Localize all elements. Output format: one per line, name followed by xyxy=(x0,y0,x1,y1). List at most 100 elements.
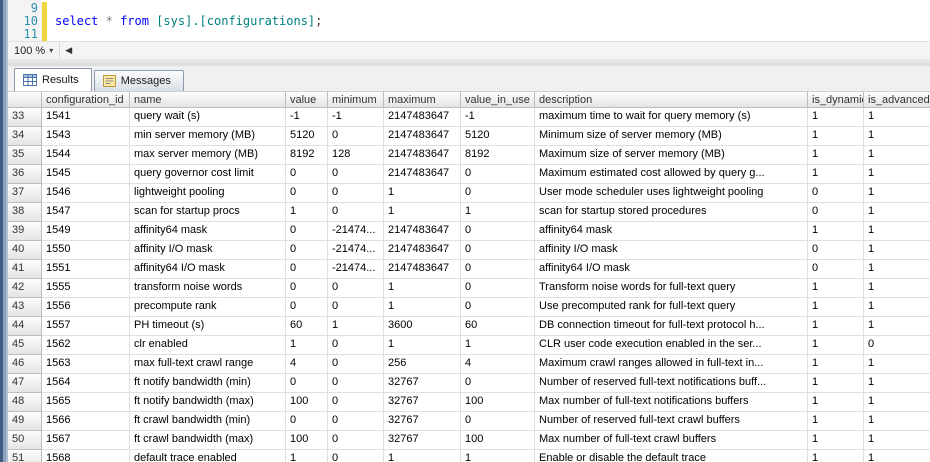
row-header[interactable]: 48 xyxy=(8,393,42,412)
grid-cell[interactable]: ft crawl bandwidth (min) xyxy=(130,412,286,431)
column-header-is_advanced[interactable]: is_advanced xyxy=(864,91,930,108)
grid-cell[interactable]: 1 xyxy=(328,317,384,336)
row-header[interactable]: 41 xyxy=(8,260,42,279)
scroll-left-icon[interactable]: ◀ xyxy=(60,45,77,56)
grid-cell[interactable]: 0 xyxy=(808,203,864,222)
grid-cell[interactable]: default trace enabled xyxy=(130,450,286,462)
grid-cell[interactable]: 0 xyxy=(286,374,328,393)
grid-cell[interactable]: 0 xyxy=(328,450,384,462)
grid-cell[interactable]: 1 xyxy=(864,298,930,317)
grid-cell[interactable]: 1 xyxy=(808,450,864,462)
grid-cell[interactable]: 3600 xyxy=(384,317,461,336)
grid-cell[interactable]: 0 xyxy=(808,241,864,260)
grid-cell[interactable]: 0 xyxy=(328,336,384,355)
row-header[interactable]: 47 xyxy=(8,374,42,393)
row-header[interactable]: 38 xyxy=(8,203,42,222)
grid-cell[interactable]: -1 xyxy=(461,108,535,127)
grid-cell[interactable]: scan for startup stored procedures xyxy=(535,203,808,222)
grid-cell[interactable]: 100 xyxy=(461,393,535,412)
grid-cell[interactable]: 1545 xyxy=(42,165,130,184)
row-header[interactable]: 34 xyxy=(8,127,42,146)
grid-cell[interactable]: 1547 xyxy=(42,203,130,222)
grid-cell[interactable]: Minimum size of server memory (MB) xyxy=(535,127,808,146)
grid-cell[interactable]: 0 xyxy=(286,165,328,184)
grid-cell[interactable]: 1 xyxy=(864,241,930,260)
grid-cell[interactable]: 0 xyxy=(461,222,535,241)
grid-cell[interactable]: 1 xyxy=(461,336,535,355)
grid-cell[interactable]: 1 xyxy=(864,431,930,450)
grid-cell[interactable]: -21474... xyxy=(328,241,384,260)
horizontal-scrollbar[interactable]: ◀ xyxy=(60,42,930,59)
grid-cell[interactable]: 1 xyxy=(864,412,930,431)
grid-cell[interactable]: 4 xyxy=(286,355,328,374)
column-header-is_dynamic[interactable]: is_dynamic xyxy=(808,91,864,108)
grid-cell[interactable]: 0 xyxy=(328,279,384,298)
grid-cell[interactable]: min server memory (MB) xyxy=(130,127,286,146)
column-header-value_in_use[interactable]: value_in_use xyxy=(461,91,535,108)
grid-cell[interactable]: 1541 xyxy=(42,108,130,127)
row-header[interactable]: 40 xyxy=(8,241,42,260)
grid-cell[interactable]: 1 xyxy=(286,450,328,462)
grid-cell[interactable]: precompute rank xyxy=(130,298,286,317)
column-header-name[interactable]: name xyxy=(130,91,286,108)
grid-cell[interactable]: 1 xyxy=(864,184,930,203)
grid-cell[interactable]: 32767 xyxy=(384,393,461,412)
grid-cell[interactable]: PH timeout (s) xyxy=(130,317,286,336)
grid-cell[interactable]: 1 xyxy=(384,336,461,355)
grid-cell[interactable]: 1544 xyxy=(42,146,130,165)
grid-cell[interactable]: 1 xyxy=(864,108,930,127)
grid-cell[interactable]: 1 xyxy=(864,393,930,412)
grid-cell[interactable]: 32767 xyxy=(384,431,461,450)
tab-results[interactable]: Results xyxy=(14,68,92,91)
row-header[interactable]: 45 xyxy=(8,336,42,355)
grid-cell[interactable]: 1 xyxy=(864,146,930,165)
grid-cell[interactable]: 1 xyxy=(384,279,461,298)
grid-cell[interactable]: CLR user code execution enabled in the s… xyxy=(535,336,808,355)
grid-cell[interactable]: query governor cost limit xyxy=(130,165,286,184)
grid-cell[interactable]: 1 xyxy=(808,127,864,146)
grid-cell[interactable]: 5120 xyxy=(461,127,535,146)
grid-cell[interactable]: 1 xyxy=(864,127,930,146)
grid-cell[interactable]: DB connection timeout for full-text prot… xyxy=(535,317,808,336)
code-area[interactable]: select * from [sys].[configurations]; xyxy=(49,0,930,41)
grid-cell[interactable]: 1 xyxy=(864,355,930,374)
grid-cell[interactable]: Number of reserved full-text crawl buffe… xyxy=(535,412,808,431)
grid-cell[interactable]: 1 xyxy=(286,336,328,355)
code-line-query[interactable]: select * from [sys].[configurations]; xyxy=(55,15,930,28)
grid-cell[interactable]: -21474... xyxy=(328,222,384,241)
grid-cell[interactable]: 1 xyxy=(808,412,864,431)
grid-cell[interactable]: 1565 xyxy=(42,393,130,412)
grid-cell[interactable]: max full-text crawl range xyxy=(130,355,286,374)
zoom-dropdown[interactable]: 100 % ▾ xyxy=(8,42,61,59)
grid-cell[interactable]: 1 xyxy=(864,374,930,393)
grid-cell[interactable]: 0 xyxy=(286,298,328,317)
grid-cell[interactable]: -21474... xyxy=(328,260,384,279)
grid-cell[interactable]: 0 xyxy=(328,355,384,374)
grid-cell[interactable]: 60 xyxy=(461,317,535,336)
row-header[interactable]: 35 xyxy=(8,146,42,165)
grid-cell[interactable]: 0 xyxy=(461,241,535,260)
grid-cell[interactable]: 4 xyxy=(461,355,535,374)
grid-cell[interactable]: 1 xyxy=(808,393,864,412)
grid-cell[interactable]: maximum time to wait for query memory (s… xyxy=(535,108,808,127)
grid-cell[interactable]: 1562 xyxy=(42,336,130,355)
grid-cell[interactable]: 0 xyxy=(328,431,384,450)
grid-cell[interactable]: 0 xyxy=(286,222,328,241)
grid-cell[interactable]: 0 xyxy=(286,260,328,279)
grid-cell[interactable]: 0 xyxy=(328,184,384,203)
grid-cell[interactable]: 0 xyxy=(461,298,535,317)
grid-cell[interactable]: 32767 xyxy=(384,374,461,393)
grid-cell[interactable]: 60 xyxy=(286,317,328,336)
grid-cell[interactable]: 2147483647 xyxy=(384,108,461,127)
grid-cell[interactable]: 100 xyxy=(286,393,328,412)
column-header-configuration_id[interactable]: configuration_id xyxy=(42,91,130,108)
grid-cell[interactable]: 1566 xyxy=(42,412,130,431)
grid-cell[interactable]: Max number of full-text crawl buffers xyxy=(535,431,808,450)
column-header-description[interactable]: description xyxy=(535,91,808,108)
grid-cell[interactable]: affinity64 mask xyxy=(130,222,286,241)
grid-cell[interactable]: Max number of full-text notifications bu… xyxy=(535,393,808,412)
grid-cell[interactable]: 0 xyxy=(328,393,384,412)
row-header[interactable]: 33 xyxy=(8,108,42,127)
grid-cell[interactable]: 1 xyxy=(384,184,461,203)
grid-cell[interactable]: 0 xyxy=(328,374,384,393)
